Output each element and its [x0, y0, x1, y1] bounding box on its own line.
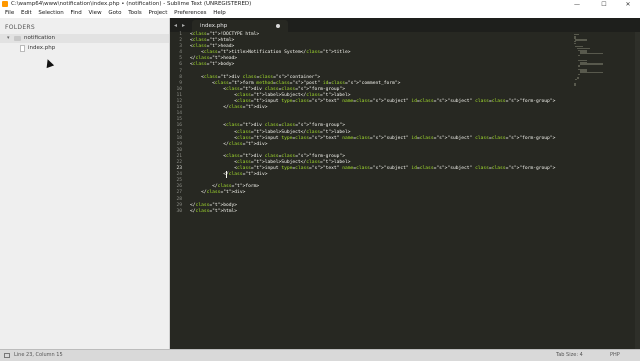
tab-size-selector[interactable]: Tab Size: 4 — [556, 350, 583, 361]
minimap-line — [574, 42, 577, 44]
sidebar: FOLDERS ▾ notification index.php — [0, 18, 170, 349]
code-line[interactable]: </class="t">html> — [190, 209, 570, 215]
code-editor[interactable]: 1 2 3 4 5 6 7 8 9 10 11 12 13 14 15 16 17 18 19 20 21 22 23 24 2… — [170, 32, 640, 349]
minimap-line — [579, 53, 603, 55]
menu-goto[interactable]: Goto — [108, 9, 121, 18]
minimap-line — [574, 84, 577, 86]
folder-label: notification — [24, 35, 55, 41]
tab-index-php[interactable]: index.php — [192, 20, 288, 32]
menu-find[interactable]: Find — [70, 9, 81, 18]
menu-selection[interactable]: Selection — [38, 9, 63, 18]
line-number-gutter: 1 2 3 4 5 6 7 8 9 10 11 12 13 14 15 16 17 18 19 20 21 22 23 24 2… — [170, 32, 184, 349]
file-label: index.php — [28, 45, 56, 51]
cursor-position: Line 23, Column 15 — [14, 352, 63, 358]
menu-help[interactable]: Help — [213, 9, 226, 18]
sublime-app-icon — [2, 1, 8, 7]
menu-tools[interactable]: Tools — [128, 9, 142, 18]
menu-bar: File Edit Selection Find View Goto Tools… — [0, 9, 640, 18]
menu-edit[interactable]: Edit — [21, 9, 32, 18]
menu-preferences[interactable]: Preferences — [174, 9, 206, 18]
code-line[interactable]: <class="t">input type=class="s">"text" n… — [190, 136, 570, 142]
code-area[interactable]: <class="t">!DOCTYPE html> <class="t">html… — [190, 32, 570, 215]
minimap-line — [575, 79, 578, 81]
tab-bar: ◂ ▸ index.php — [170, 18, 640, 32]
menu-file[interactable]: File — [5, 9, 14, 18]
unsaved-dot-icon[interactable] — [276, 24, 280, 28]
minimap-line — [578, 73, 581, 76]
minimize-button[interactable]: — — [565, 0, 589, 9]
tab-nav-left-icon[interactable]: ◂ — [174, 20, 177, 32]
sidebar-file-index[interactable]: index.php — [0, 44, 169, 53]
mouse-pointer-icon — [43, 57, 55, 69]
file-icon — [20, 45, 25, 52]
text-caret — [226, 171, 227, 178]
folders-header: FOLDERS — [5, 24, 36, 31]
minimap-line — [578, 65, 581, 67]
status-bar: Line 23, Column 15 Tab Size: 4 PHP — [0, 349, 640, 361]
minimap-line — [575, 39, 588, 41]
minimap-line — [578, 54, 581, 57]
chevron-down-icon[interactable]: ▾ — [7, 34, 10, 43]
minimap[interactable] — [574, 34, 604, 86]
folder-icon — [14, 36, 21, 41]
maximize-button[interactable]: ☐ — [592, 0, 616, 9]
panel-toggle-icon[interactable] — [4, 353, 10, 358]
title-bar: C:\wamp64\www\notification\index.php • (… — [0, 0, 640, 9]
sidebar-folder-notification[interactable]: ▾ notification — [0, 34, 169, 43]
tab-label: index.php — [200, 23, 228, 29]
minimap-line — [579, 72, 603, 74]
minimap-line — [579, 63, 603, 65]
syntax-selector[interactable]: PHP — [610, 350, 620, 361]
menu-project[interactable]: Project — [149, 9, 168, 18]
tab-nav-right-icon[interactable]: ▸ — [182, 20, 185, 32]
menu-view[interactable]: View — [89, 9, 102, 18]
vertical-scrollbar[interactable] — [635, 32, 640, 349]
window-title: C:\wamp64\www\notification\index.php • (… — [11, 1, 252, 7]
line-number: 30 — [176, 208, 182, 214]
close-button[interactable]: ✕ — [616, 0, 640, 9]
